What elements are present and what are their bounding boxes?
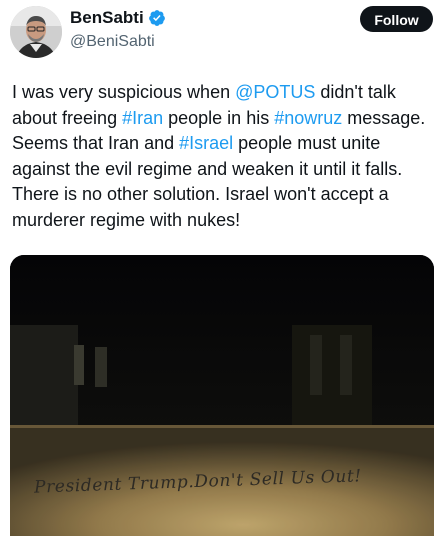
tweet-text-segment: people in his bbox=[163, 107, 275, 128]
avatar[interactable] bbox=[10, 6, 62, 58]
verified-badge-icon bbox=[148, 10, 165, 26]
display-name[interactable]: BenSabti bbox=[70, 8, 144, 28]
author-names: BenSabti @BeniSabti bbox=[70, 8, 166, 52]
follow-button[interactable]: Follow bbox=[360, 6, 433, 32]
tweet-text: I was very suspicious when @POTUS didn't… bbox=[12, 80, 437, 233]
tweet-text-segment: I was very suspicious when bbox=[12, 82, 236, 102]
hashtag-link-iran[interactable]: #Iran bbox=[122, 108, 163, 128]
hashtag-link-israel[interactable]: #Israel bbox=[179, 133, 233, 153]
tweet-header: BenSabti @BeniSabti Follow bbox=[0, 0, 444, 70]
hashtag-link-nowruz[interactable]: #nowruz bbox=[274, 108, 342, 128]
author-handle[interactable]: @BeniSabti bbox=[70, 32, 166, 52]
mention-link[interactable]: @POTUS bbox=[235, 82, 315, 102]
profile-photo-icon bbox=[10, 6, 62, 58]
display-name-row[interactable]: BenSabti bbox=[70, 8, 166, 28]
tweet-media-image[interactable]: President Trump.Don't Sell Us Out! bbox=[10, 255, 434, 536]
